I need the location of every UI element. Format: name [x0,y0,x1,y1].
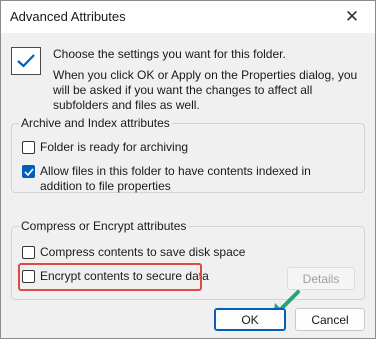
archive-index-group-label: Archive and Index attributes [19,116,172,130]
intro-heading: Choose the settings you want for this fo… [53,47,286,61]
indexing-checkbox[interactable] [22,165,35,178]
indexing-option[interactable]: Allow files in this folder to have conte… [22,164,352,194]
compress-option[interactable]: Compress contents to save disk space [22,245,245,260]
compress-checkbox[interactable] [22,246,35,259]
archiving-label: Folder is ready for archiving [40,140,189,154]
title-bar: Advanced Attributes ✕ [1,1,375,33]
close-icon: ✕ [344,7,360,26]
close-button[interactable]: ✕ [329,1,375,33]
encrypt-checkbox[interactable] [22,270,35,283]
encrypt-option[interactable]: Encrypt contents to secure data [22,269,209,284]
indexing-label: Allow files in this folder to have conte… [40,164,311,193]
archiving-option[interactable]: Folder is ready for archiving [22,140,188,155]
cancel-button[interactable]: Cancel [295,308,365,331]
checkmark-icon [23,167,34,176]
folder-settings-icon [11,47,41,75]
ok-button[interactable]: OK [214,308,286,331]
encrypt-label: Encrypt contents to secure data [40,269,209,283]
dialog-content: Choose the settings you want for this fo… [1,33,375,338]
compress-label: Compress contents to save disk space [40,245,246,259]
advanced-attributes-dialog: Advanced Attributes ✕ Choose the setting… [0,0,376,339]
compress-encrypt-group-label: Compress or Encrypt attributes [19,219,189,233]
details-button[interactable]: Details [287,267,355,290]
checkmark-icon [17,54,35,68]
window-title: Advanced Attributes [10,9,126,24]
compress-encrypt-group: Compress or Encrypt attributes Compress … [11,219,365,300]
archiving-checkbox[interactable] [22,141,35,154]
archive-index-group: Archive and Index attributes Folder is r… [11,116,365,194]
intro-body: When you click OK or Apply on the Proper… [53,68,358,112]
